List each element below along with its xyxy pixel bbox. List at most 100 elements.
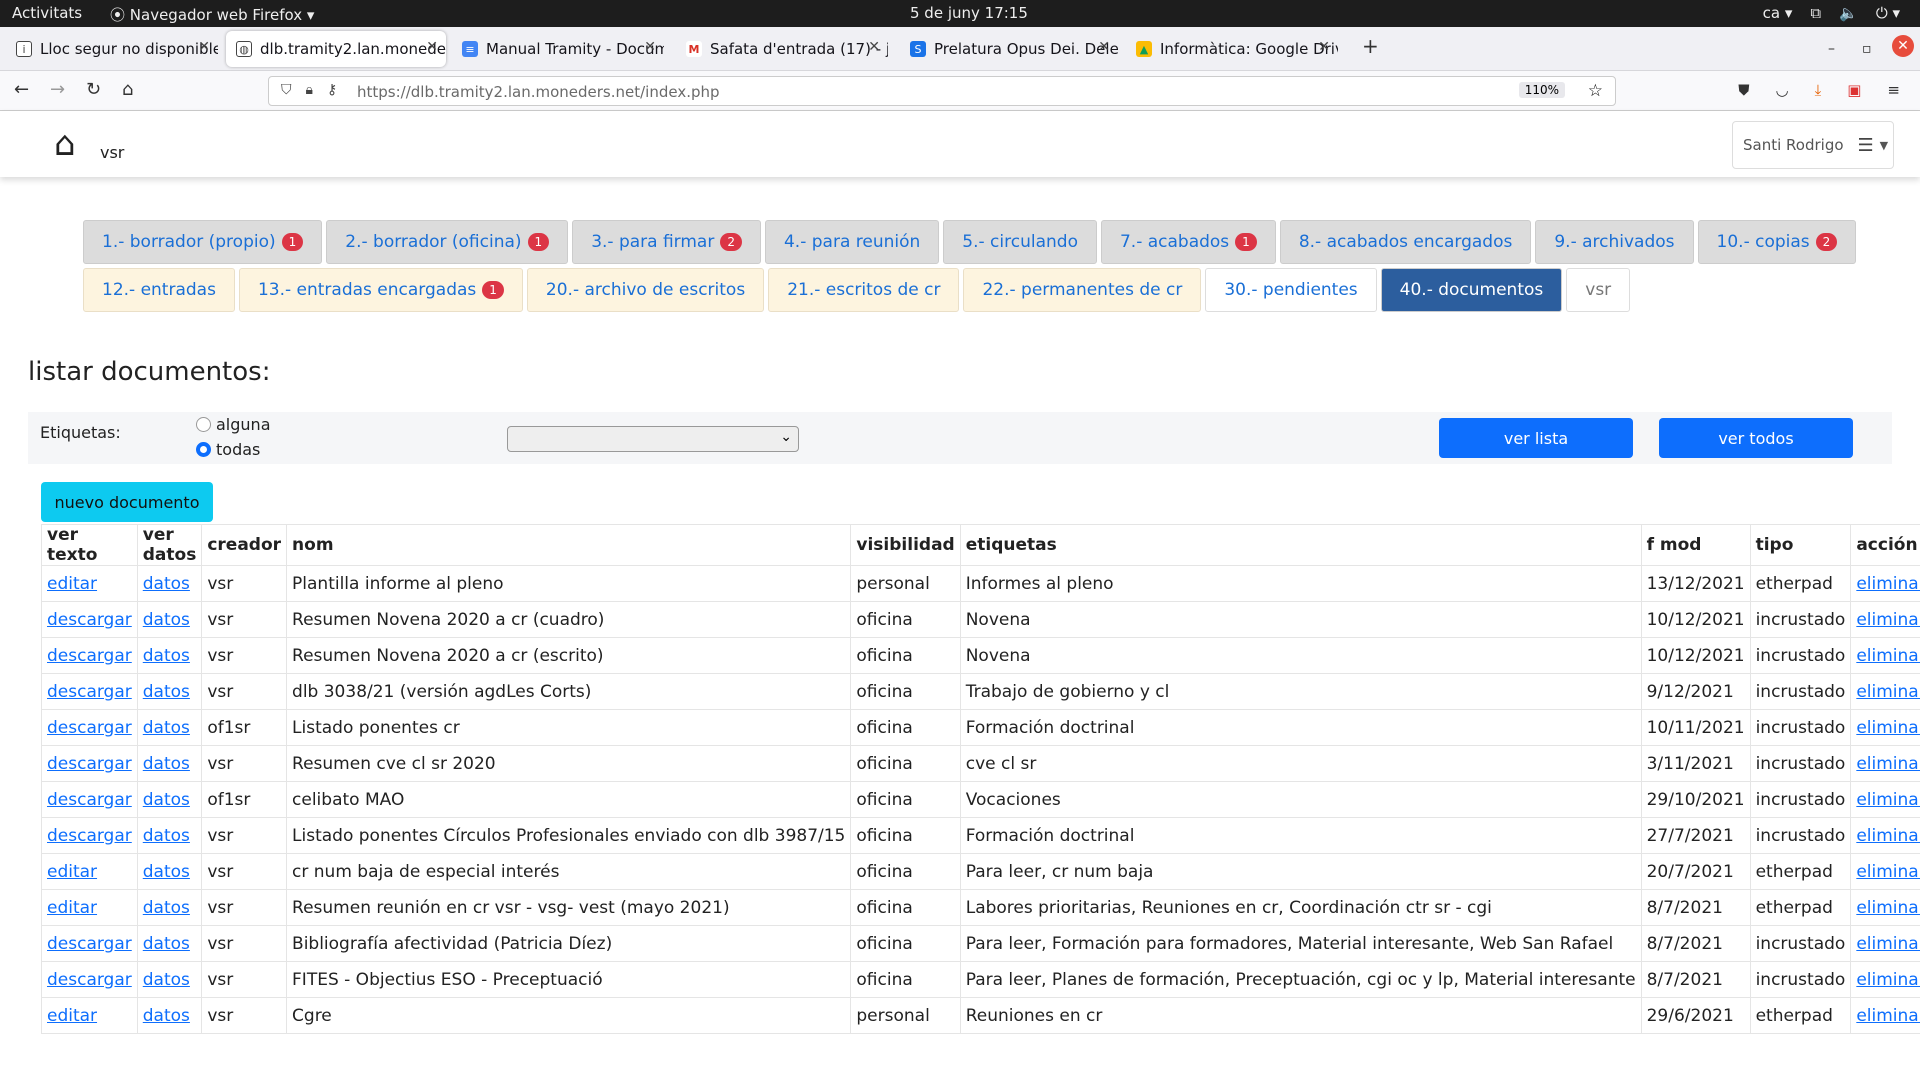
- view-data-link[interactable]: datos: [143, 610, 190, 630]
- view-text-link[interactable]: editar: [47, 1006, 97, 1026]
- tab-acabados-encargados[interactable]: 8.- acabados encargados: [1279, 220, 1532, 264]
- tab-escritos-cr[interactable]: 21.- escritos de cr: [768, 268, 960, 312]
- view-text-link[interactable]: descargar: [47, 934, 132, 954]
- ver-todos-button[interactable]: ver todos: [1659, 418, 1853, 458]
- user-menu-button[interactable]: Santi Rodrigo ☰ ▼: [1732, 121, 1894, 169]
- browser-tab[interactable]: S Prelatura Opus Dei. Dele ✕: [900, 31, 1118, 67]
- close-icon[interactable]: ✕: [1318, 39, 1330, 55]
- system-tray[interactable]: ca ▾ ⧉ 🔈 ⏻ ▾: [1763, 4, 1900, 22]
- radio-todas[interactable]: todas: [196, 440, 260, 459]
- shield-icon[interactable]: ⛉: [281, 82, 292, 98]
- home-icon[interactable]: ⌂: [54, 127, 76, 161]
- view-text-link[interactable]: descargar: [47, 970, 132, 990]
- delete-link[interactable]: eliminar: [1856, 1006, 1920, 1026]
- zoom-indicator[interactable]: 110%: [1518, 82, 1565, 98]
- view-text-link[interactable]: descargar: [47, 646, 132, 666]
- view-text-link[interactable]: editar: [47, 898, 97, 918]
- tab-entradas-encargadas[interactable]: 13.- entradas encargadas 1: [238, 268, 523, 312]
- back-icon[interactable]: ←: [14, 79, 29, 100]
- tab-circulando[interactable]: 5.- circulando: [943, 220, 1097, 264]
- tab-entradas[interactable]: 12.- entradas: [83, 268, 235, 312]
- delete-link[interactable]: eliminar: [1856, 826, 1920, 846]
- permissions-icon[interactable]: ⚷: [327, 82, 337, 98]
- tab-borrador-propio[interactable]: 1.- borrador (propio) 1: [83, 220, 323, 264]
- reload-icon[interactable]: ↻: [86, 79, 101, 100]
- view-text-link[interactable]: descargar: [47, 754, 132, 774]
- profile-icon[interactable]: ⛊: [1738, 81, 1749, 99]
- close-icon[interactable]: ✕: [868, 39, 880, 55]
- delete-link[interactable]: eliminar: [1856, 934, 1920, 954]
- language-indicator[interactable]: ca ▾: [1763, 4, 1793, 22]
- view-data-link[interactable]: datos: [143, 646, 190, 666]
- delete-link[interactable]: eliminar: [1856, 970, 1920, 990]
- view-text-link[interactable]: editar: [47, 862, 97, 882]
- view-data-link[interactable]: datos: [143, 790, 190, 810]
- tab-borrador-oficina[interactable]: 2.- borrador (oficina) 1: [326, 220, 569, 264]
- tab-pendientes[interactable]: 30.- pendientes: [1205, 268, 1377, 312]
- tab-archivados[interactable]: 9.- archivados: [1535, 220, 1694, 264]
- new-tab-button[interactable]: +: [1362, 34, 1379, 58]
- tab-vsr[interactable]: vsr: [1566, 268, 1631, 312]
- site-name[interactable]: vsr: [100, 143, 124, 162]
- browser-tab[interactable]: M Safata d'entrada (17) - jo ✕: [676, 31, 888, 67]
- view-text-link[interactable]: descargar: [47, 826, 132, 846]
- nuevo-documento-button[interactable]: nuevo documento: [41, 482, 213, 522]
- tab-acabados[interactable]: 7.- acabados 1: [1100, 220, 1276, 264]
- delete-link[interactable]: eliminar: [1856, 790, 1920, 810]
- close-icon[interactable]: ✕: [644, 39, 656, 55]
- close-icon[interactable]: ✕: [1098, 39, 1110, 55]
- browser-tab[interactable]: ▲ Informàtica: Google Drive ✕: [1126, 31, 1338, 67]
- clock[interactable]: 5 de juny 17:15: [910, 4, 1028, 22]
- delete-link[interactable]: eliminar: [1856, 610, 1920, 630]
- home-icon[interactable]: ⌂: [122, 79, 133, 100]
- delete-link[interactable]: eliminar: [1856, 754, 1920, 774]
- tab-para-reunion[interactable]: 4.- para reunión: [764, 220, 940, 264]
- close-icon[interactable]: ✕: [198, 39, 210, 55]
- tab-copias[interactable]: 10.- copias 2: [1697, 220, 1857, 264]
- delete-link[interactable]: eliminar: [1856, 718, 1920, 738]
- view-text-link[interactable]: descargar: [47, 790, 132, 810]
- delete-link[interactable]: eliminar: [1856, 682, 1920, 702]
- browser-tab-active[interactable]: ◍ dlb.tramity2.lan.moneders ✕: [226, 31, 446, 67]
- delete-link[interactable]: eliminar: [1856, 646, 1920, 666]
- delete-link[interactable]: eliminar: [1856, 862, 1920, 882]
- tab-documentos[interactable]: 40.- documentos: [1380, 268, 1563, 312]
- browser-tab[interactable]: ≡ Manual Tramity - Docume ✕: [452, 31, 664, 67]
- view-data-link[interactable]: datos: [143, 754, 190, 774]
- lock-icon[interactable]: 🔒︎: [306, 82, 313, 98]
- browser-tab[interactable]: i Lloc segur no disponible ✕: [6, 31, 218, 67]
- app-menu[interactable]: ⦿ Navegador web Firefox ▾: [110, 4, 314, 25]
- view-data-link[interactable]: datos: [143, 862, 190, 882]
- delete-link[interactable]: eliminar: [1856, 574, 1920, 594]
- view-data-link[interactable]: datos: [143, 898, 190, 918]
- close-window-button[interactable]: ✕: [1892, 35, 1914, 57]
- tab-para-firmar[interactable]: 3.- para firmar 2: [572, 220, 761, 264]
- view-data-link[interactable]: datos: [143, 718, 190, 738]
- view-data-link[interactable]: datos: [143, 826, 190, 846]
- radio-alguna[interactable]: alguna: [196, 415, 271, 434]
- view-data-link[interactable]: datos: [143, 682, 190, 702]
- view-text-link[interactable]: descargar: [47, 610, 132, 630]
- view-data-link[interactable]: datos: [143, 970, 190, 990]
- restore-button[interactable]: ▫: [1862, 41, 1872, 57]
- close-icon[interactable]: ✕: [426, 39, 438, 55]
- view-text-link[interactable]: editar: [47, 574, 97, 594]
- delete-link[interactable]: eliminar: [1856, 898, 1920, 918]
- forward-icon[interactable]: →: [50, 79, 65, 100]
- download-icon[interactable]: ⤓: [1815, 81, 1822, 99]
- minimize-button[interactable]: –: [1828, 41, 1835, 57]
- tab-permanentes-cr[interactable]: 22.- permanentes de cr: [963, 268, 1202, 312]
- extension-icon[interactable]: ▣: [1847, 81, 1861, 99]
- view-text-link[interactable]: descargar: [47, 718, 132, 738]
- url-bar[interactable]: ⛉ 🔒︎ ⚷ https://dlb.tramity2.lan.moneders.n…: [268, 76, 1616, 106]
- view-text-link[interactable]: descargar: [47, 682, 132, 702]
- activities-button[interactable]: Activitats: [12, 4, 82, 22]
- etiquetas-select[interactable]: ⌄: [507, 426, 799, 452]
- pocket-icon[interactable]: ◡: [1776, 81, 1789, 99]
- view-data-link[interactable]: datos: [143, 1006, 190, 1026]
- menu-icon[interactable]: ≡: [1887, 81, 1900, 99]
- view-data-link[interactable]: datos: [143, 574, 190, 594]
- bookmark-star-icon[interactable]: ☆: [1588, 81, 1603, 101]
- tab-archivo-escritos[interactable]: 20.- archivo de escritos: [526, 268, 765, 312]
- view-data-link[interactable]: datos: [143, 934, 190, 954]
